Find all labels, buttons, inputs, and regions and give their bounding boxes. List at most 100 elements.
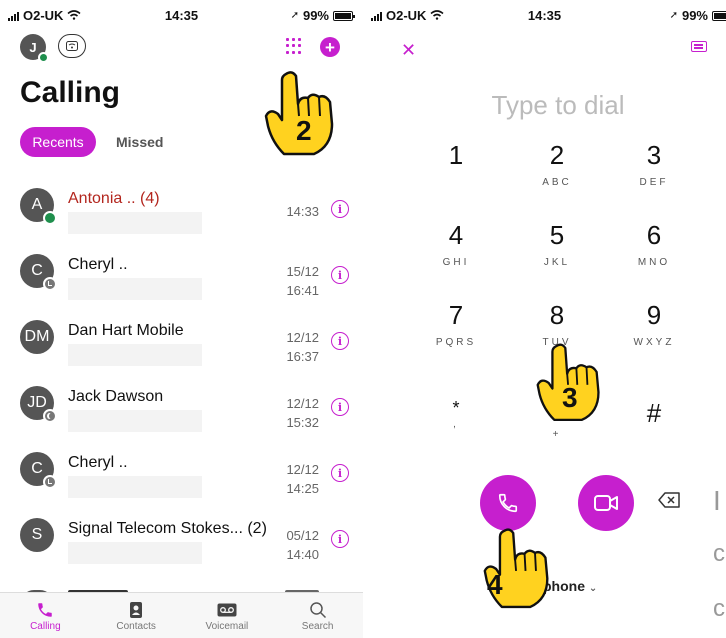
tab-voicemail[interactable]: Voicemail bbox=[182, 593, 273, 638]
key-hash[interactable]: # bbox=[606, 398, 702, 458]
search-icon bbox=[309, 599, 327, 621]
presence-away-icon bbox=[43, 277, 57, 291]
key-6[interactable]: 6 MNO bbox=[606, 220, 702, 280]
battery-percent: 99% bbox=[302, 8, 329, 23]
phone-icon bbox=[498, 493, 518, 513]
video-icon bbox=[594, 495, 618, 511]
info-button[interactable]: i bbox=[331, 266, 349, 284]
chevron-down-icon: ⌄ bbox=[588, 583, 598, 594]
contact-detail-redacted bbox=[68, 410, 202, 432]
status-bar: O2-UK 14:35 ➚ 99% bbox=[363, 0, 726, 30]
call-time: 14:25 bbox=[286, 481, 319, 496]
list-item[interactable]: DM Dan Hart Mobile 12/12 16:37 i bbox=[0, 304, 363, 370]
avatar: C bbox=[20, 254, 57, 291]
battery-icon bbox=[712, 10, 726, 21]
key-1[interactable]: 1 bbox=[408, 140, 504, 200]
tab-search[interactable]: Search bbox=[272, 593, 363, 638]
contacts-icon bbox=[127, 599, 145, 621]
battery-percent: 99% bbox=[681, 8, 708, 23]
list-item[interactable]: S Signal Telecom Stokes... (2) 05/12 14:4… bbox=[0, 502, 363, 568]
callout-number: 4 bbox=[487, 569, 503, 600]
callout-hand-3: 3 bbox=[534, 340, 604, 431]
keyboard-icon[interactable] bbox=[691, 41, 707, 52]
contact-name: Dan Hart Mobile bbox=[68, 322, 184, 339]
tab-recents[interactable]: Recents bbox=[20, 127, 96, 157]
wifi-calling-icon bbox=[66, 41, 78, 51]
call-date: 05/12 bbox=[286, 528, 319, 543]
key-9[interactable]: 9 WXYZ bbox=[606, 300, 702, 360]
call-settings-button[interactable] bbox=[58, 34, 86, 58]
call-date: 12/12 bbox=[286, 462, 319, 477]
list-item[interactable]: C Cheryl .. 12/12 14:25 i bbox=[0, 436, 363, 502]
callout-number: 2 bbox=[296, 115, 312, 146]
presence-dnd-icon bbox=[43, 409, 57, 423]
avatar: S bbox=[20, 518, 54, 552]
phone-icon bbox=[36, 599, 54, 621]
contact-name: Cheryl .. bbox=[68, 256, 128, 273]
contact-detail-redacted bbox=[68, 344, 202, 366]
key-3[interactable]: 3 DEF bbox=[606, 140, 702, 200]
list-item[interactable]: C Cheryl .. 15/12 16:41 i bbox=[0, 238, 363, 304]
video-call-button[interactable] bbox=[578, 475, 634, 531]
contact-name: Antonia .. (4) bbox=[68, 190, 160, 207]
info-button[interactable]: i bbox=[331, 332, 349, 350]
tab-contacts[interactable]: Contacts bbox=[91, 593, 182, 638]
info-button[interactable]: i bbox=[331, 398, 349, 416]
key-2[interactable]: 2 ABC bbox=[509, 140, 605, 200]
call-time: 16:41 bbox=[286, 283, 319, 298]
new-call-button[interactable]: + bbox=[320, 37, 340, 57]
profile-avatar[interactable]: J bbox=[20, 34, 49, 63]
location-icon: ➚ bbox=[290, 10, 299, 21]
info-button[interactable]: i bbox=[331, 200, 349, 218]
dial-input[interactable]: Type to dial bbox=[363, 90, 726, 121]
info-button[interactable]: i bbox=[331, 530, 349, 548]
callout-hand-2: 2 bbox=[262, 70, 338, 163]
call-time: 14:40 bbox=[286, 547, 319, 562]
tab-missed[interactable]: Missed bbox=[116, 127, 163, 157]
callout-hand-4: 4 bbox=[481, 525, 553, 618]
info-button[interactable]: i bbox=[331, 464, 349, 482]
list-item[interactable]: JD Jack Dawson 12/12 15:32 i bbox=[0, 370, 363, 436]
contact-name: Signal Telecom Stokes... (2) bbox=[68, 520, 267, 537]
cutoff-text: c bbox=[713, 595, 725, 622]
contact-name: Cheryl .. bbox=[68, 454, 128, 471]
battery-icon bbox=[333, 10, 355, 21]
contact-name: Jack Dawson bbox=[68, 388, 164, 405]
contact-detail-redacted bbox=[68, 476, 202, 498]
list-item[interactable]: A Antonia .. (4) 14:33 i bbox=[0, 172, 363, 238]
call-date: 12/12 bbox=[286, 330, 319, 345]
key-7[interactable]: 7 PQRS bbox=[408, 300, 504, 360]
close-icon[interactable]: ✕ bbox=[401, 40, 416, 61]
key-4[interactable]: 4 GHI bbox=[408, 220, 504, 280]
key-5[interactable]: 5 JKL bbox=[509, 220, 605, 280]
contact-detail-redacted bbox=[68, 278, 202, 300]
page-title: Calling bbox=[20, 76, 121, 109]
call-date: 15/12 bbox=[286, 264, 319, 279]
avatar: DM bbox=[20, 320, 54, 354]
dialpad-button[interactable] bbox=[286, 38, 302, 54]
recents-list: A Antonia .. (4) 14:33 i C Cheryl .. 15/… bbox=[0, 172, 363, 568]
bottom-tab-bar: Calling Contacts Voicemail Search bbox=[0, 592, 363, 638]
presence-online-icon bbox=[43, 211, 57, 225]
audio-call-button[interactable] bbox=[480, 475, 536, 531]
avatar: A bbox=[20, 188, 57, 225]
voicemail-icon bbox=[217, 599, 237, 621]
tab-calling[interactable]: Calling bbox=[0, 593, 91, 638]
presence-away-icon bbox=[43, 475, 57, 489]
status-bar: O2-UK 14:35 ➚ 99% bbox=[0, 0, 363, 30]
call-time: 15:32 bbox=[286, 415, 319, 430]
location-icon: ➚ bbox=[669, 10, 678, 21]
cutoff-text: c bbox=[713, 540, 725, 567]
calling-screen: O2-UK 14:35 ➚ 99% J + Calling Recents Mi… bbox=[0, 0, 363, 638]
presence-online-icon bbox=[38, 52, 49, 63]
key-star[interactable]: *, bbox=[408, 398, 504, 458]
call-time: 16:37 bbox=[286, 349, 319, 364]
call-date: 12/12 bbox=[286, 396, 319, 411]
callout-number: 3 bbox=[562, 382, 578, 413]
contact-detail-redacted bbox=[68, 212, 202, 234]
backspace-icon[interactable] bbox=[658, 492, 680, 508]
contact-detail-redacted bbox=[68, 542, 202, 564]
avatar: C bbox=[20, 452, 57, 489]
avatar: JD bbox=[20, 386, 57, 423]
dialer-screen: O2-UK 14:35 ➚ 99% ✕ Type to dial 1 2 ABC … bbox=[363, 0, 726, 638]
